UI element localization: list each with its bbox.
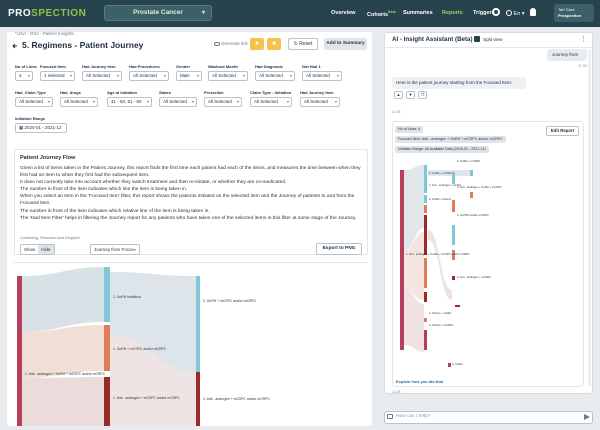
mini-sankey-label: 3. Anti - androgen + GnRH + mCSPC — [457, 186, 502, 189]
mini-sankey-label: 4. GnRH — [452, 363, 463, 366]
message-time: 11:08 — [392, 390, 401, 394]
mini-node[interactable] — [424, 205, 427, 213]
mini-sankey-label: 2. Chemo + GnRH — [429, 312, 452, 315]
mini-sankey-label: 2. GnRH + mCSPC — [429, 172, 453, 175]
mini-node[interactable] — [424, 195, 427, 203]
mini-sankey-label: 3. mCSPC and/or mCRPC — [457, 214, 489, 217]
mini-node[interactable] — [424, 258, 427, 288]
mini-node[interactable] — [452, 172, 455, 184]
mini-node[interactable] — [455, 305, 460, 307]
mini-node[interactable] — [470, 170, 473, 176]
mini-node[interactable] — [470, 192, 473, 198]
mini-node[interactable] — [448, 363, 451, 367]
mini-node[interactable] — [424, 318, 427, 322]
mini-sankey-label: 3. Chemo + mCSPC — [429, 324, 454, 327]
mini-sankey-label: 2. Anti - androgen + GnRH — [429, 184, 461, 187]
mini-node[interactable] — [424, 215, 427, 255]
send-icon[interactable] — [584, 414, 590, 420]
chat-input[interactable]: How can I help? — [396, 414, 430, 419]
mini-node[interactable] — [424, 165, 427, 193]
mini-sankey-label: 1. Anti - androgen + GnRH + mCSPC and/or… — [406, 253, 470, 256]
mini-node[interactable] — [424, 292, 427, 302]
mini-sankey-label: 3. GnRH + mCSPC — [457, 160, 481, 163]
mini-sankey-label: 4. Anti - androgen + mCSPC — [457, 276, 491, 279]
mini-node[interactable] — [452, 276, 455, 280]
mini-node[interactable] — [400, 170, 404, 350]
mini-sankey-label: 2. GnRH + Chemo — [429, 198, 452, 201]
mini-node[interactable] — [452, 225, 455, 245]
mini-sankey-chart — [400, 165, 473, 367]
flow-link — [428, 230, 452, 300]
mini-node[interactable] — [452, 200, 455, 212]
chat-icon — [387, 414, 393, 419]
mini-node[interactable] — [424, 330, 427, 350]
explain-link[interactable]: Explain how you did that — [396, 379, 443, 384]
